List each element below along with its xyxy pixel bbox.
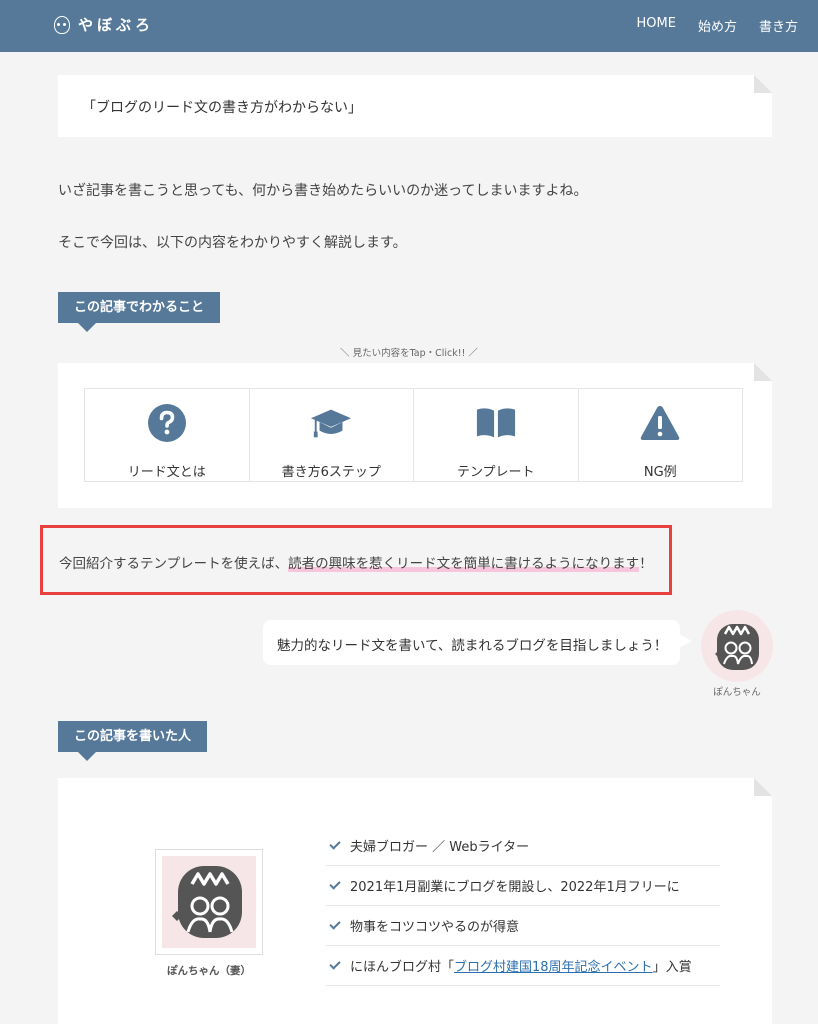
toc-hint: ＼ 見たい内容をTap・Click!! ／ [340,348,478,359]
check-icon [329,917,341,930]
toc-item-lead-definition[interactable]: リード文とは [85,389,250,481]
fact-item: 夫婦ブロガー ／ Webライター [326,826,720,866]
toc-item-template[interactable]: テンプレート [414,389,579,481]
speech-text: 魅力的なリード文を書いて、読まれるブログを目指しましょう！ [277,638,668,654]
fact-item: 物事をコツコツやるのが得意 [326,906,720,946]
site-header: やぼぶろ HOME 始め方 書き方 [0,0,818,52]
highlight-text: 今回紹介するテンプレートを使えば、読者の興味を惹くリード文を簡単に書けるようにな… [59,552,653,572]
speech-bubble: 魅力的なリード文を書いて、読まれるブログを目指しましょう！ [263,620,692,665]
main-nav: HOME 始め方 書き方 [637,16,798,35]
character-face-icon [715,624,759,670]
author-box: ぽんちゃん（妻） 夫婦ブロガー ／ Webライター 2021年1月副業にブログを… [58,778,772,1024]
speaker-avatar [701,610,773,682]
nav-getting-started[interactable]: 始め方 [698,16,737,35]
page-fold-corner [754,363,772,381]
author-name: ぽんちゃん（妻） [167,965,251,977]
author-facts: 夫婦ブロガー ／ Webライター 2021年1月副業にブログを開設し、2022年… [326,826,720,986]
marker-text: 読者の興味を惹くリード文を簡単に書けるようになります [288,556,640,572]
intro-paragraph-1: いざ記事を書こうと思っても、何から書き始めたらいいのか迷ってしまいますよね。 [58,183,588,199]
graduation-cap-icon [310,403,352,443]
highlight-suffix: ！ [639,556,653,572]
toc-item-ng-examples[interactable]: NG例 [579,389,743,481]
intro-paragraph-2: そこで今回は、以下の内容をわかりやすく解説します。 [58,235,407,251]
warning-triangle-icon [639,403,681,443]
check-icon [329,957,341,970]
speaker-name: ぽんちゃん [713,687,761,698]
toc-grid: リード文とは 書き方6ステップ テンプレート NG例 [84,388,743,482]
toc-item-label: 書き方6ステップ [281,465,381,480]
toc-item-label: NG例 [643,465,677,480]
toc-item-label: リード文とは [127,465,206,480]
award-link[interactable]: ブログ村建国18周年記念イベント [454,956,653,975]
author-avatar [155,849,263,955]
quote-box: 「ブログのリード文の書き方がわからない」 [58,75,772,137]
check-icon [329,837,341,850]
nav-how-to-write[interactable]: 書き方 [759,16,798,35]
toc-box: リード文とは 書き方6ステップ テンプレート NG例 [58,363,772,508]
nav-home[interactable]: HOME [637,16,676,35]
toc-item-label: テンプレート [456,465,535,480]
highlight-box: 今回紹介するテンプレートを使えば、読者の興味を惹くリード文を簡単に書けるようにな… [40,525,672,595]
check-icon [329,877,341,890]
character-face-icon [172,866,242,938]
fact-item: 2021年1月副業にブログを開設し、2022年1月フリーに [326,866,720,906]
logo-face-icon [54,15,70,34]
site-logo[interactable]: やぼぶろ [54,14,154,35]
open-book-icon [475,403,517,443]
quote-text: 「ブログのリード文の書き方がわからない」 [82,100,362,116]
page-fold-corner [754,778,772,796]
author-heading: この記事を書いた人 [58,721,208,761]
page-fold-corner [754,75,772,93]
question-circle-icon [146,403,188,443]
site-name: やぼぶろ [78,16,155,34]
toc-item-six-steps[interactable]: 書き方6ステップ [250,389,414,481]
fact-item: にほんブログ村「 ブログ村建国18周年記念イベント 」入賞 [326,946,720,986]
highlight-prefix: 今回紹介するテンプレートを使えば、 [59,556,289,572]
toc-heading: この記事でわかること [58,292,221,332]
